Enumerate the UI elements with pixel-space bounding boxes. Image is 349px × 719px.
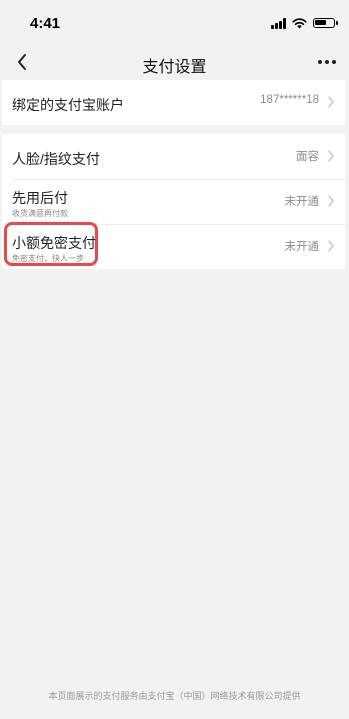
row-subtitle: 收货满意再付款 [12,209,68,218]
row-title: 先用后付 [12,190,68,206]
row-title: 人脸/指纹支付 [12,151,100,167]
page-title: 支付设置 [142,59,207,76]
chevron-right-icon [328,240,334,252]
row-value: 187******18 [260,94,319,106]
status-bar: 4:41 [0,0,349,44]
alipay-account-row[interactable]: 绑定的支付宝账户 187******18 [2,80,345,125]
chevron-right-icon [328,195,334,207]
battery-icon [313,18,338,28]
status-time: 4:41 [30,15,61,32]
footer-disclaimer: 本页面展示的支付服务由支付宝（中国）网络技术有限公司提供 [48,691,301,701]
nav-bar: 支付设置 [0,44,349,80]
account-group: 绑定的支付宝账户 187******18 [2,80,345,125]
face-fingerprint-pay-row[interactable]: 人脸/指纹支付 面容 [2,134,345,179]
row-value: 未开通 [284,196,320,208]
pay-later-row[interactable]: 先用后付 收货满意再付款 未开通 [2,179,345,224]
highlight-box [4,222,98,266]
more-dots-icon [318,60,322,64]
wifi-icon [292,17,307,28]
status-icons [271,17,338,29]
chevron-right-icon [328,150,334,162]
chevron-right-icon [328,96,334,108]
signal-icon [271,17,286,29]
row-title: 绑定的支付宝账户 [12,97,124,113]
row-value: 未开通 [284,241,320,253]
row-value: 面容 [296,151,319,163]
more-button[interactable] [313,50,341,74]
